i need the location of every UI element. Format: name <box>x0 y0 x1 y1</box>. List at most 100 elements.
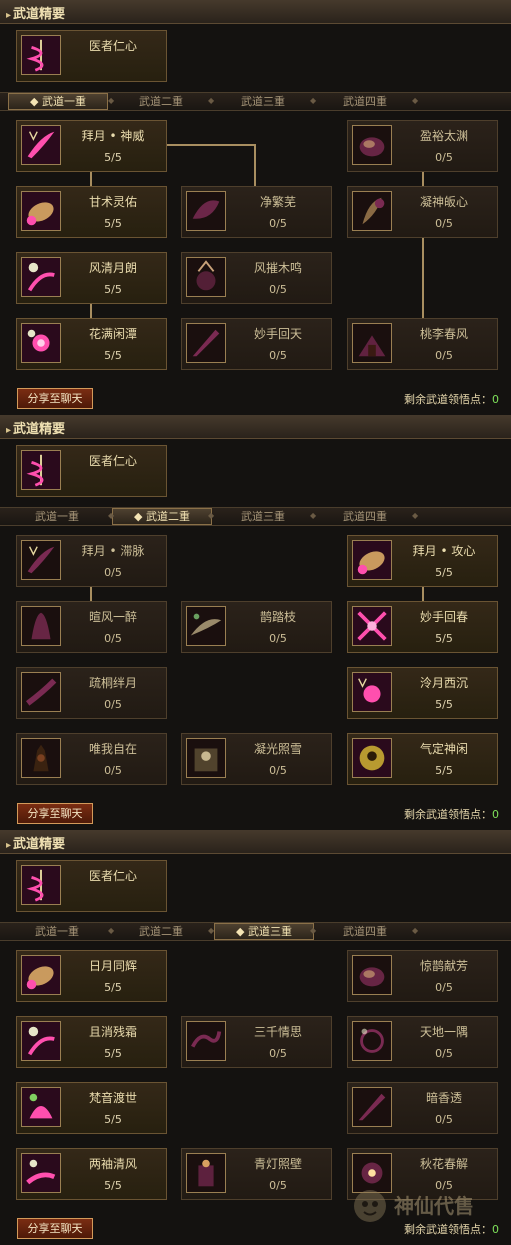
skill-node[interactable]: 三千情思 0/5 <box>181 1016 332 1068</box>
section-title: ▸ 武道精要 <box>6 833 65 852</box>
skill-node[interactable]: 且消残霜 5/5 <box>16 1016 167 1068</box>
skill-node[interactable]: 唯我自在 0/5 <box>16 733 167 785</box>
tab-tier-4[interactable]: 武道四重 <box>316 94 414 109</box>
tab-tier-3[interactable]: 武道三重 <box>214 94 312 109</box>
caduceus-icon <box>21 450 61 490</box>
share-to-chat-button[interactable]: 分享至聊天 <box>17 1218 93 1239</box>
skill-name: 风摧木鸣 <box>253 261 302 275</box>
tab-separator-icon: ◆ <box>412 511 419 520</box>
tab-tier-1[interactable]: 武道一重 <box>8 509 106 524</box>
crescent-swirl-icon <box>21 1021 61 1061</box>
skill-name: 凝光照雪 <box>253 742 302 756</box>
remaining-points-value: 0 <box>492 808 499 821</box>
skill-node[interactable]: 青灯照壁 0/5 <box>181 1148 332 1200</box>
tab-label: 武道四重 <box>343 510 387 523</box>
skill-level: 5/5 <box>104 981 122 994</box>
skill-connector-line <box>90 171 92 186</box>
golden-figure-icon <box>352 738 392 778</box>
skill-level: 5/5 <box>104 349 122 362</box>
tab-tier-4[interactable]: 武道四重 <box>316 924 414 939</box>
skill-node[interactable]: 妙手回春 5/5 <box>347 601 498 653</box>
skill-node[interactable]: 气定神闲 5/5 <box>347 733 498 785</box>
skill-node[interactable]: 泠月西沉 5/5 <box>347 667 498 719</box>
silk-icon <box>186 1021 226 1061</box>
share-to-chat-button[interactable]: 分享至聊天 <box>17 803 93 824</box>
diamond-icon: ◆ <box>30 95 42 108</box>
skill-level: 5/5 <box>104 1179 122 1192</box>
tab-tier-1[interactable]: 武道一重 <box>8 924 106 939</box>
tab-label: 武道一重 <box>41 95 86 108</box>
diamond-icon: ◆ <box>236 925 248 938</box>
essence-skill[interactable]: 医者仁心 <box>16 860 167 912</box>
skill-level: 0/5 <box>435 349 453 362</box>
tab-tier-2[interactable]: ◆ 武道二重 <box>112 508 212 525</box>
tab-tier-1[interactable]: ◆ 武道一重 <box>8 93 108 110</box>
skill-node[interactable]: 疏桐绊月 0/5 <box>16 667 167 719</box>
skill-node[interactable]: 风摧木鸣 0/5 <box>181 252 332 304</box>
skill-node[interactable]: 拜月 • 滞脉 0/5 <box>16 535 167 587</box>
skill-node[interactable]: 盈裕太渊 0/5 <box>347 120 498 172</box>
share-to-chat-button[interactable]: 分享至聊天 <box>17 388 93 409</box>
skill-level: 0/5 <box>269 283 287 296</box>
essence-skill[interactable]: 医者仁心 <box>16 445 167 497</box>
remaining-points-label: 剩余武道领悟点： <box>404 808 492 821</box>
tier-tab-bar: 武道一重 ◆ 武道二重 武道三重 武道四重 ◆ ◆ ◆ ◆ <box>0 507 511 526</box>
tab-tier-2[interactable]: 武道二重 <box>112 94 210 109</box>
skill-node[interactable]: 拜月 • 神威 5/5 <box>16 120 167 172</box>
remaining-points-label: 剩余武道领悟点： <box>404 393 492 406</box>
snow-icon <box>186 738 226 778</box>
crescent-swirl-icon <box>21 257 61 297</box>
skill-node[interactable]: 妙手回天 0/5 <box>181 318 332 370</box>
skill-level: 0/5 <box>435 1047 453 1060</box>
tab-label: 武道四重 <box>343 95 387 108</box>
skill-level: 5/5 <box>104 217 122 230</box>
wind-sleeve-icon <box>21 1153 61 1193</box>
caduceus-icon <box>21 865 61 905</box>
skill-connector-line <box>422 586 424 601</box>
skill-name: 两袖清风 <box>88 1157 137 1171</box>
section-header: ▸ 武道精要 <box>0 830 511 854</box>
tab-tier-3[interactable]: ◆ 武道三重 <box>214 923 314 940</box>
skill-node[interactable]: 风清月朗 5/5 <box>16 252 167 304</box>
skill-node[interactable]: 净繁芜 0/5 <box>181 186 332 238</box>
skill-node[interactable]: 鹊踏枝 0/5 <box>181 601 332 653</box>
skill-node[interactable]: 梵音渡世 5/5 <box>16 1082 167 1134</box>
skill-node[interactable]: 花满闲潭 5/5 <box>16 318 167 370</box>
tab-tier-3[interactable]: 武道三重 <box>214 509 312 524</box>
skill-node[interactable]: 甘术灵佑 5/5 <box>16 186 167 238</box>
tab-separator-icon: ◆ <box>108 926 115 935</box>
temple-icon <box>352 323 392 363</box>
blade-icon <box>352 1087 392 1127</box>
watermark: 神仙代售 <box>352 1188 502 1228</box>
skill-node[interactable]: 拜月 • 攻心 5/5 <box>347 535 498 587</box>
skill-name: 气定神闲 <box>419 742 468 756</box>
tab-separator-icon: ◆ <box>108 511 115 520</box>
skill-node[interactable]: 惊鹊献芳 0/5 <box>347 950 498 1002</box>
talent-panel-2: ▸ 武道精要 医者仁心 武道一重 ◆ 武道二重 武道三重 武道四重 ◆ ◆ ◆ ◆ 拜月 • 滞… <box>0 415 511 830</box>
skill-node[interactable]: 暗香透 0/5 <box>347 1082 498 1134</box>
talent-panel-1: ▸ 武道精要 医者仁心 ◆ 武道一重 武道二重 武道三重 武道四重 ◆ ◆ ◆ ◆ 拜月 • 神… <box>0 0 511 415</box>
gourd-icon <box>352 125 392 165</box>
skill-node[interactable]: 桃李春风 0/5 <box>347 318 498 370</box>
skill-node[interactable]: 两袖清风 5/5 <box>16 1148 167 1200</box>
skill-node[interactable]: 凝光照雪 0/5 <box>181 733 332 785</box>
skill-level: 5/5 <box>435 566 453 579</box>
essence-skill[interactable]: 医者仁心 <box>16 30 167 82</box>
tab-tier-4[interactable]: 武道四重 <box>316 509 414 524</box>
lamp-icon <box>186 1153 226 1193</box>
diamond-icon: ◆ <box>134 510 146 523</box>
skill-name: 妙手回天 <box>253 327 302 341</box>
skill-name: 秋花春解 <box>419 1157 468 1171</box>
tab-separator-icon: ◆ <box>108 96 115 105</box>
tier-tab-bar: 武道一重 武道二重 ◆ 武道三重 武道四重 ◆ ◆ ◆ ◆ <box>0 922 511 941</box>
skill-node[interactable]: 凝神皈心 0/5 <box>347 186 498 238</box>
skill-node[interactable]: 暄风一醉 0/5 <box>16 601 167 653</box>
tab-tier-2[interactable]: 武道二重 <box>112 924 210 939</box>
skill-node[interactable]: 天地一隅 0/5 <box>347 1016 498 1068</box>
robe-icon <box>21 606 61 646</box>
skill-level: 5/5 <box>435 698 453 711</box>
blossom-burst-icon <box>21 323 61 363</box>
tab-label: 武道三重 <box>247 925 292 938</box>
skill-node[interactable]: 日月同辉 5/5 <box>16 950 167 1002</box>
skill-name: 且消残霜 <box>88 1025 137 1039</box>
